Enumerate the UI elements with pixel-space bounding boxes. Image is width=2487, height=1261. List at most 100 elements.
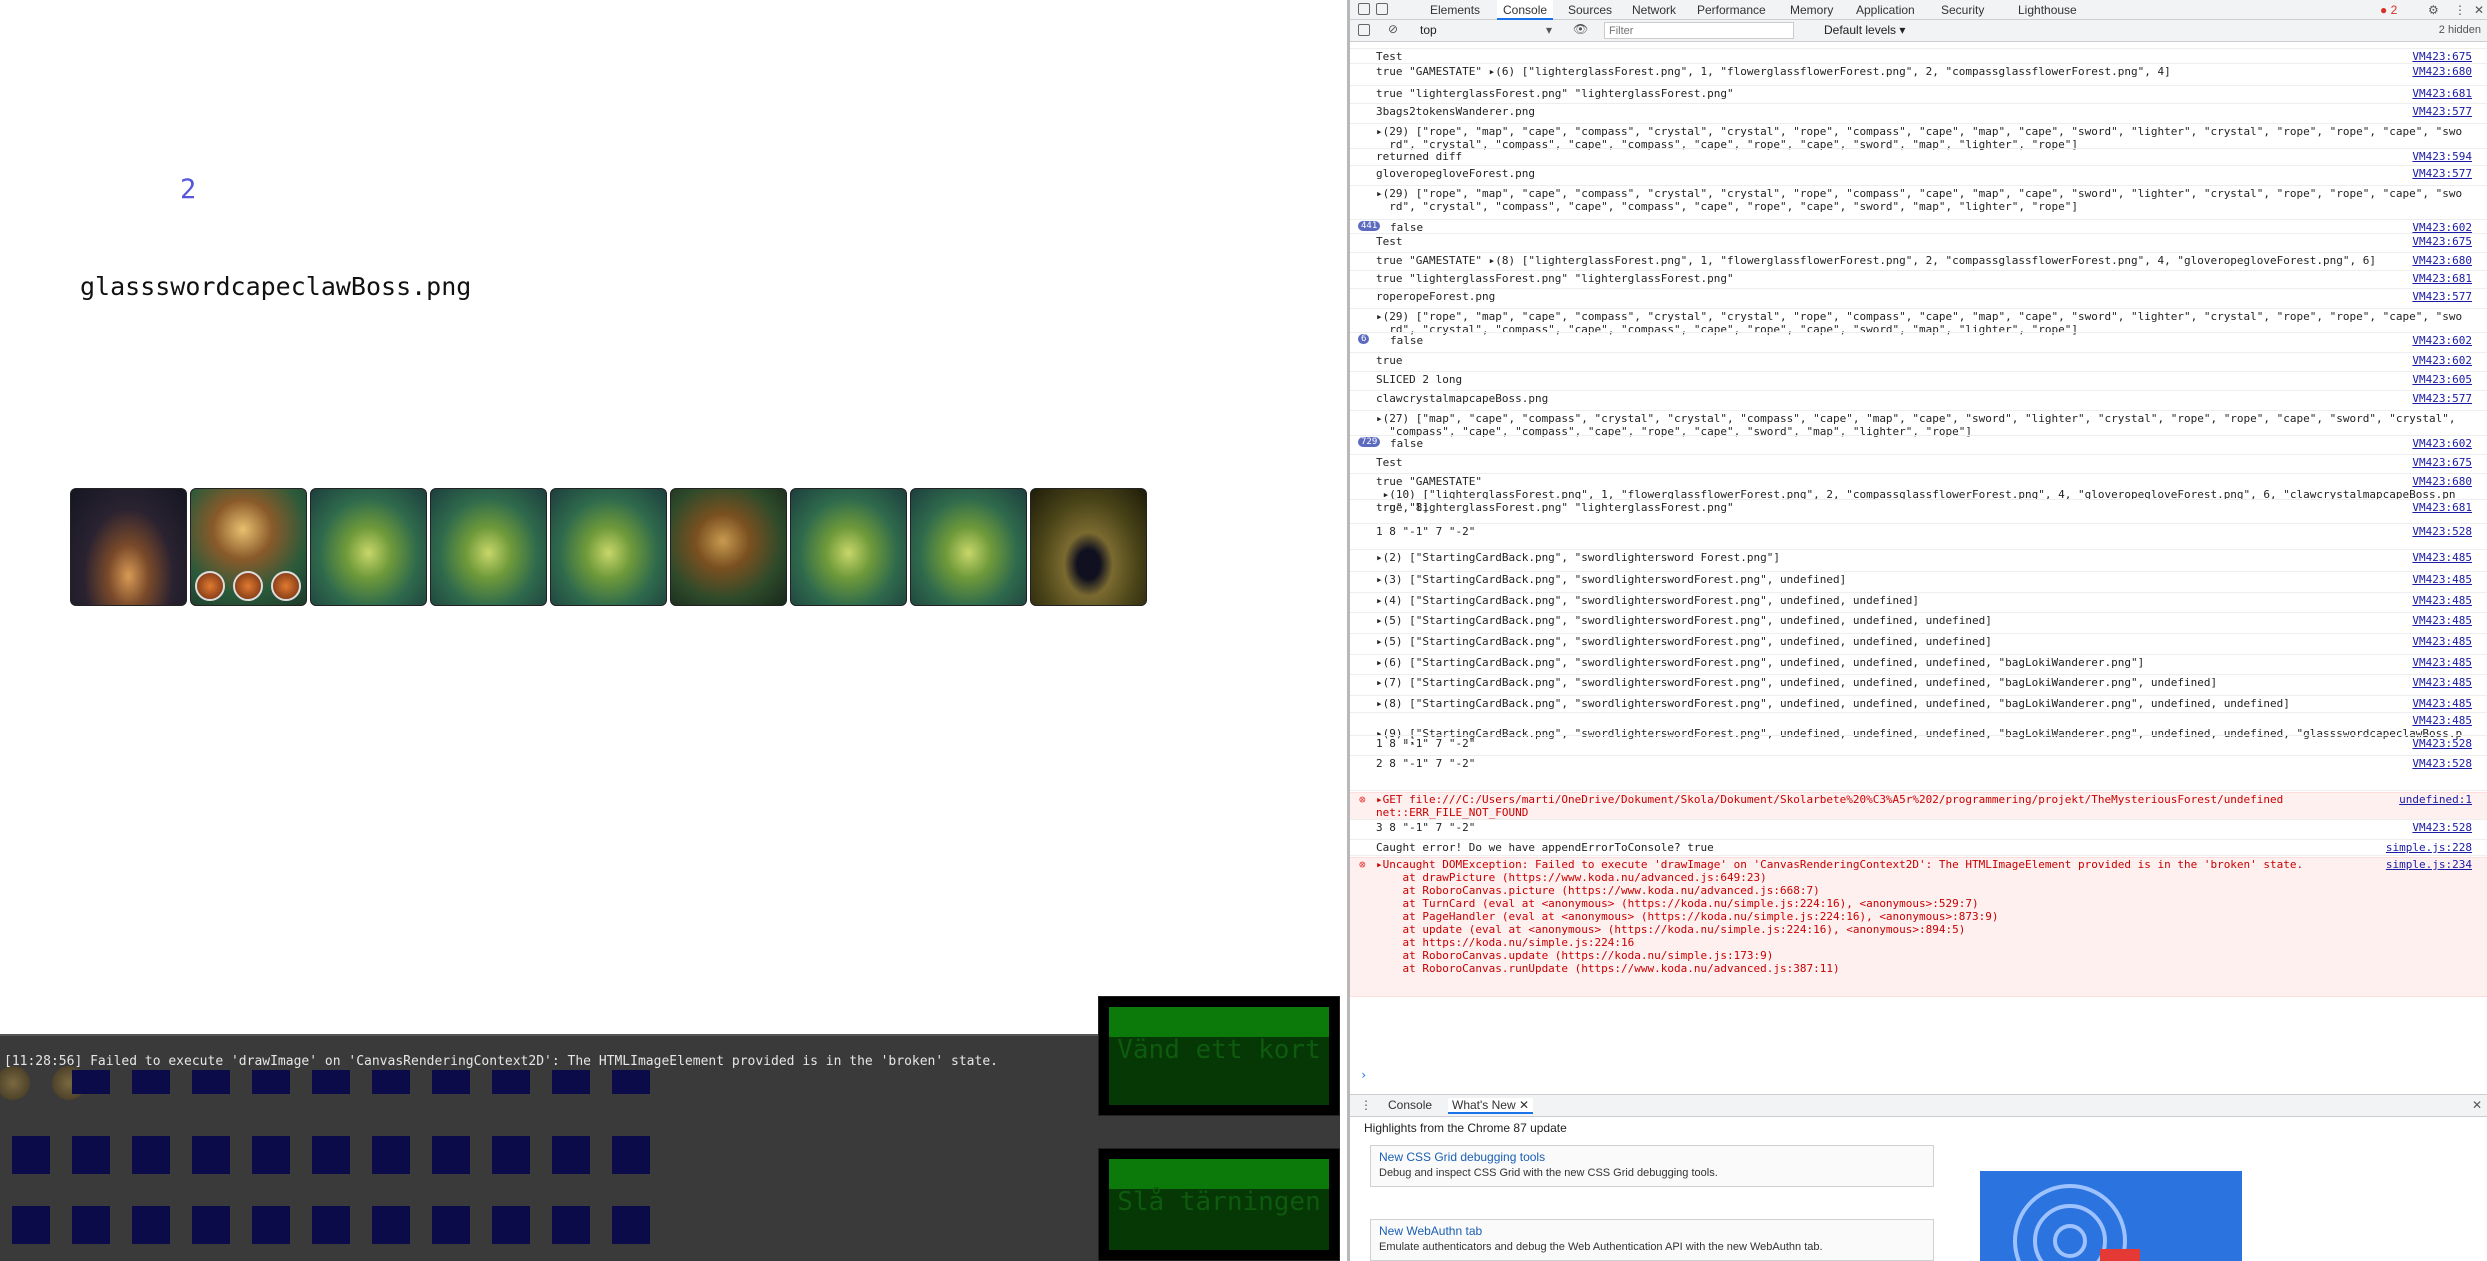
console-message[interactable]: ▸(7) ["StartingCardBack.png", "swordligh… <box>1350 676 2487 689</box>
source-link[interactable]: VM423:485 <box>2412 614 2472 627</box>
console-message[interactable]: 729 false VM423:602 <box>1350 437 2487 450</box>
source-link[interactable]: VM423:675 <box>2412 50 2472 63</box>
sidebar-toggle-icon[interactable] <box>1358 24 1370 36</box>
source-link[interactable]: simple.js:228 <box>2386 841 2472 854</box>
tab-security[interactable]: Security <box>1941 3 1984 17</box>
console-message[interactable]: ▸(2) ["StartingCardBack.png", "swordligh… <box>1350 551 2487 564</box>
gate-card-icon[interactable] <box>1030 488 1147 606</box>
console-message[interactable]: true "lighterglassForest.png" "lightergl… <box>1350 272 2487 285</box>
tab-sources[interactable]: Sources <box>1568 3 1612 17</box>
console-message[interactable]: gloveropegloveForest.png VM423:577 <box>1350 167 2487 180</box>
console-message[interactable]: roperopeForest.png VM423:577 <box>1350 290 2487 303</box>
source-link[interactable]: VM423:680 <box>2412 65 2472 78</box>
source-link[interactable]: simple.js:234 <box>2386 858 2472 871</box>
console-message[interactable]: true "GAMESTATE" ▸(6) ["lighterglassFore… <box>1350 65 2487 78</box>
forest-card-icon[interactable] <box>430 488 547 606</box>
console-message[interactable]: Caught error! Do we have appendErrorToCo… <box>1350 841 2487 854</box>
console-message[interactable]: 3bags2tokensWanderer.png VM423:577 <box>1350 105 2487 118</box>
source-link[interactable]: VM423:594 <box>2412 150 2472 163</box>
drawer-tab-console[interactable]: Console <box>1388 1098 1432 1112</box>
source-link[interactable]: VM423:528 <box>2412 821 2472 834</box>
tab-application[interactable]: Application <box>1856 3 1915 17</box>
cave-card-icon[interactable] <box>70 488 187 606</box>
context-selector[interactable]: top <box>1420 23 1437 37</box>
source-link[interactable]: VM423:681 <box>2412 87 2472 100</box>
source-link[interactable]: VM423:485 <box>2412 676 2472 689</box>
console-message[interactable]: ▸(6) ["StartingCardBack.png", "swordligh… <box>1350 656 2487 669</box>
console-message[interactable]: ▸(3) ["StartingCardBack.png", "swordligh… <box>1350 573 2487 586</box>
close-tab-icon[interactable]: ✕ <box>1519 1098 1529 1112</box>
clear-console-icon[interactable]: ⊘ <box>1388 22 1398 36</box>
console-message[interactable]: SLICED 2 long VM423:605 <box>1350 373 2487 386</box>
forest-card-icon[interactable] <box>550 488 667 606</box>
console-message[interactable]: 1 8 "-1" 7 "-2" VM423:528 <box>1350 737 2487 750</box>
context-dropdown-icon[interactable]: ▾ <box>1546 23 1552 37</box>
source-link[interactable]: VM423:577 <box>2412 392 2472 405</box>
source-link[interactable]: VM423:602 <box>2412 334 2472 347</box>
forest-card-icon[interactable] <box>790 488 907 606</box>
log-levels-dropdown[interactable]: Default levels ▾ <box>1824 23 1905 37</box>
source-link[interactable]: VM423:681 <box>2412 501 2472 514</box>
source-link[interactable]: VM423:577 <box>2412 167 2472 180</box>
drawer-tab-whats-new[interactable]: What's New ✕ <box>1448 1098 1534 1114</box>
console-message[interactable]: true "lighterglassForest.png" "lightergl… <box>1350 87 2487 100</box>
source-link[interactable]: VM423:528 <box>2412 737 2472 750</box>
source-link[interactable]: VM423:528 <box>2412 757 2472 770</box>
source-link[interactable]: VM423:485 <box>2412 635 2472 648</box>
source-link[interactable]: VM423:602 <box>2412 437 2472 450</box>
roll-dice-button[interactable]: Slå tärningen <box>1098 1148 1340 1261</box>
console-message[interactable]: ▸(4) ["StartingCardBack.png", "swordligh… <box>1350 594 2487 607</box>
console-message[interactable]: Test VM423:675 <box>1350 235 2487 248</box>
source-link[interactable]: VM423:680 <box>2412 254 2472 267</box>
source-link[interactable]: VM423:605 <box>2412 373 2472 386</box>
source-link[interactable]: VM423:681 <box>2412 272 2472 285</box>
tab-memory[interactable]: Memory <box>1790 3 1833 17</box>
source-link[interactable]: VM423:485 <box>2412 656 2472 669</box>
tab-console[interactable]: Console <box>1497 0 1554 20</box>
console-message[interactable]: Test VM423:675 <box>1350 50 2487 63</box>
console-message[interactable]: true "lighterglassForest.png" "lightergl… <box>1350 501 2487 514</box>
source-link[interactable]: VM423:675 <box>2412 456 2472 469</box>
source-link[interactable]: VM423:528 <box>2412 525 2472 538</box>
console-message[interactable]: ▸(8) ["StartingCardBack.png", "swordligh… <box>1350 697 2487 710</box>
source-link[interactable]: VM423:485 <box>2412 573 2472 586</box>
source-link[interactable]: VM423:485 <box>2412 551 2472 564</box>
source-link[interactable]: VM423:577 <box>2412 105 2472 118</box>
turn-card-button[interactable]: Vänd ett kort <box>1098 996 1340 1116</box>
tab-elements[interactable]: Elements <box>1430 3 1480 17</box>
console-error-message[interactable]: ⊗ ▸GET file:///C:/Users/marti/OneDrive/Do… <box>1350 792 2487 820</box>
console-filter-input[interactable] <box>1604 22 1794 39</box>
console-message[interactable]: clawcrystalmapcapeBoss.png VM423:577 <box>1350 392 2487 405</box>
source-link[interactable]: VM423:485 <box>2412 594 2472 607</box>
tab-performance[interactable]: Performance <box>1697 3 1766 17</box>
console-message[interactable]: returned diff VM423:594 <box>1350 150 2487 163</box>
forest-card-icon[interactable] <box>910 488 1027 606</box>
feature-webauthn[interactable]: New WebAuthn tab Emulate authenticators … <box>1370 1219 1934 1261</box>
source-link[interactable]: VM423:675 <box>2412 235 2472 248</box>
console-message[interactable]: 2 8 "-1" 7 "-2" VM423:528 <box>1350 757 2487 770</box>
source-link[interactable]: VM423:602 <box>2412 354 2472 367</box>
console-message[interactable]: 1 8 "-1" 7 "-2" VM423:528 <box>1350 525 2487 538</box>
source-link[interactable]: VM423:485 <box>2412 714 2472 727</box>
live-expression-eye-icon[interactable]: 👁 <box>1573 22 1588 36</box>
console-error-message[interactable]: ⊗ ▸Uncaught DOMException: Failed to execu… <box>1350 857 2487 997</box>
wanderer-card-icon[interactable] <box>190 488 307 606</box>
error-count-badge[interactable]: ● 2 <box>2380 3 2397 17</box>
inspect-icon[interactable] <box>1358 3 1370 15</box>
console-message[interactable]: ▸(29) ["rope", "map", "cape", "compass",… <box>1350 187 2487 213</box>
close-drawer-icon[interactable]: ✕ <box>2472 1098 2482 1112</box>
console-message[interactable]: ▸(5) ["StartingCardBack.png", "swordligh… <box>1350 635 2487 648</box>
tab-lighthouse[interactable]: Lighthouse <box>2018 3 2077 17</box>
console-message[interactable]: 6 false VM423:602 <box>1350 334 2487 347</box>
console-message[interactable]: ▸(5) ["StartingCardBack.png", "swordligh… <box>1350 614 2487 627</box>
source-link[interactable]: VM423:577 <box>2412 290 2472 303</box>
console-message[interactable]: true VM423:602 <box>1350 354 2487 367</box>
console-prompt[interactable]: › <box>1360 1068 1367 1082</box>
console-message[interactable]: true "GAMESTATE" ▸(8) ["lighterglassFore… <box>1350 254 2487 267</box>
feature-css-grid[interactable]: New CSS Grid debugging tools Debug and i… <box>1370 1145 1934 1187</box>
tab-network[interactable]: Network <box>1632 3 1676 17</box>
forest-card-icon[interactable] <box>310 488 427 606</box>
more-options-icon[interactable]: ⋮ <box>2454 3 2466 17</box>
console-message[interactable]: 3 8 "-1" 7 "-2" VM423:528 <box>1350 821 2487 834</box>
source-link[interactable]: VM423:680 <box>2412 475 2472 488</box>
